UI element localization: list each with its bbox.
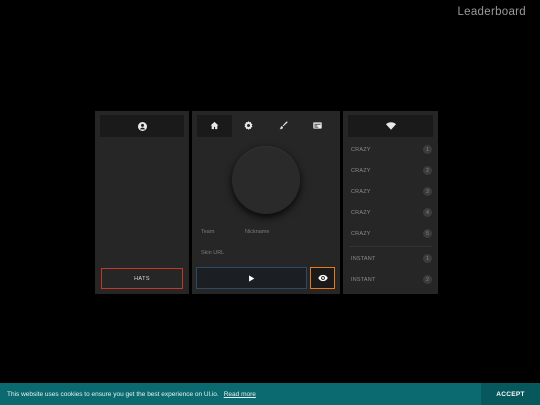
server-name: CRAZY [351,209,371,216]
server-row-crazy-1[interactable]: CRAZY 1 [343,139,438,160]
wifi-icon [385,122,396,130]
play-icon [248,269,255,287]
server-row-instant-1[interactable]: INSTANT 1 [343,248,438,269]
skin-url-field[interactable]: Skin URL [201,250,224,256]
server-name: CRAZY [351,167,371,174]
server-name: CRAZY [351,188,371,195]
tab-profile-card[interactable] [301,115,336,137]
server-name: INSTANT [351,255,376,262]
main-panel: Team Nickname Skin URL [192,111,340,294]
team-field[interactable]: Team [201,229,214,235]
play-button[interactable] [196,267,307,289]
server-badge: 1 [423,254,432,263]
server-name: CRAZY [351,230,371,237]
tab-settings[interactable] [232,115,267,137]
server-badge: 5 [423,229,432,238]
server-badge: 3 [423,187,432,196]
id-card-icon [313,117,322,135]
skin-preview [232,146,300,214]
profile-panel: HATS [95,111,189,294]
server-divider [349,246,432,247]
read-more-link[interactable]: Read more [224,391,256,398]
brush-icon [279,117,288,135]
servers-tab[interactable] [348,115,433,137]
profile-tab[interactable] [100,115,184,137]
leaderboard-link[interactable]: Leaderboard [457,6,526,18]
accept-cookies-button[interactable]: ACCEPT [481,383,540,405]
eye-icon [317,269,328,287]
gear-icon [244,117,253,135]
server-badge: 2 [423,166,432,175]
server-badge: 1 [423,145,432,154]
nickname-field[interactable]: Nickname [245,229,269,235]
server-name: INSTANT [351,276,376,283]
home-icon [210,117,219,135]
tab-skins[interactable] [266,115,301,137]
server-list: CRAZY 1 CRAZY 2 CRAZY 3 CRAZY 4 CRAZY 5 … [343,139,438,290]
server-row-crazy-2[interactable]: CRAZY 2 [343,160,438,181]
server-name: CRAZY [351,146,371,153]
hats-button[interactable]: HATS [101,268,183,289]
cookie-message: This website uses cookies to ensure you … [7,390,219,398]
main-tabs [197,115,335,137]
server-row-crazy-4[interactable]: CRAZY 4 [343,202,438,223]
server-row-crazy-5[interactable]: CRAZY 5 [343,223,438,244]
server-row-crazy-3[interactable]: CRAZY 3 [343,181,438,202]
user-icon [137,121,147,131]
server-row-instant-2[interactable]: INSTANT 2 [343,269,438,290]
server-badge: 2 [423,275,432,284]
tab-home[interactable] [197,115,232,137]
spectate-button[interactable] [310,267,335,289]
cookie-banner: This website uses cookies to ensure you … [0,383,540,405]
server-panel: CRAZY 1 CRAZY 2 CRAZY 3 CRAZY 4 CRAZY 5 … [343,111,438,294]
server-badge: 4 [423,208,432,217]
